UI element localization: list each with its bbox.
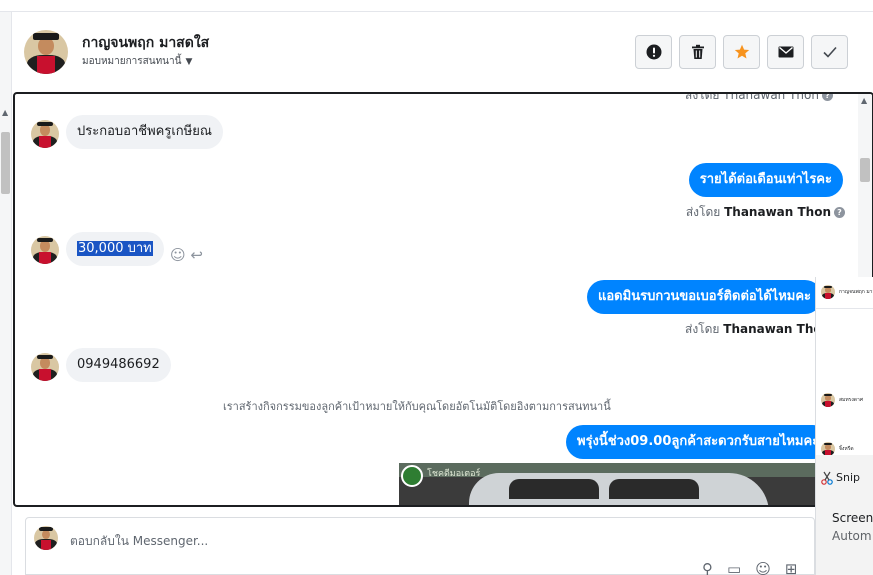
logo-icon [401,465,423,487]
star-button[interactable] [723,35,760,69]
more-tools-icon[interactable]: ⊞ [785,560,798,575]
sent-by-label: ส่งโดย Thanawan Thon? [686,203,845,222]
done-button[interactable] [811,35,848,69]
reply-icon[interactable]: ↩ [190,246,203,264]
side-panel-row[interactable]: สมทรงดาศ [821,393,863,407]
attachment-caption: โชคดีมอเตอร์ [427,469,481,479]
message-bubble-outgoing[interactable]: รายได้ต่อเดือนเท่าไรคะ [688,163,843,197]
star-icon [734,44,749,59]
emoji-react-icon[interactable]: ☺ [170,246,186,264]
message-actions: ☺ ↩ [170,246,203,264]
side-panel: กาญจนพฤก มาสดใส สมทรงดาศ จิ้งหรีด Snip S… [815,277,873,575]
assign-conversation-dropdown[interactable]: มอบหมายการสนทนานี้ ▼ [82,54,192,69]
scroll-up-arrow-icon[interactable]: ▲ [861,96,867,105]
snip-line: Autom [832,529,872,543]
paperclip-icon[interactable]: ⚲ [702,560,713,575]
composer-tools: ⚲ ▭ ☺ ⊞ [702,560,797,575]
page-avatar [34,526,58,550]
message-bubble-outgoing[interactable]: แอดมินรบกวนขอเบอร์ติดต่อได้ไหมคะ [587,280,823,314]
envelope-icon [778,46,793,58]
scroll-thumb[interactable] [1,132,10,194]
saved-replies-icon[interactable]: ▭ [727,560,741,575]
scroll-thumb[interactable] [860,158,870,182]
system-notice: เราสร้างกิจกรรมของลูกค้าเป้าหมายให้กับคุ… [223,400,611,413]
snip-notification[interactable]: Snip Screen Autom [816,455,873,575]
customer-avatar[interactable] [31,236,59,264]
message-bubble-incoming[interactable]: 0949486692 [66,348,171,382]
reply-input[interactable]: ตอบกลับใน Messenger... [70,532,208,551]
message-bubble-outgoing[interactable]: พรุ่งนี้ช่วง09.00ลูกค้าสะดวกรับสายไหมคะ [566,425,831,459]
scissors-icon [821,471,833,485]
contact-name[interactable]: กาญจนพฤก มาสดใส [82,32,209,54]
delete-button[interactable] [679,35,716,69]
check-icon [822,46,837,58]
avatar [821,442,835,456]
info-icon[interactable]: ? [822,94,833,101]
conversation-thread[interactable]: ส่งโดย Thanawan Thon? ประกอบอาชีพครูเกษี… [13,92,873,507]
assign-label: มอบหมายการสนทนานี้ [82,56,182,67]
selected-text[interactable]: 30,000 บาท [77,241,153,256]
side-panel-row[interactable]: กาญจนพฤก มาสดใส [821,285,873,299]
left-scrollbar[interactable]: ▲ [0,12,12,575]
scroll-up-arrow-icon[interactable]: ▲ [2,108,8,117]
avatar [821,285,835,299]
message-bubble-incoming[interactable]: 30,000 บาท [66,232,164,266]
trash-icon [691,44,704,59]
spam-button[interactable] [635,35,672,69]
info-icon[interactable]: ? [834,207,845,218]
side-panel-row[interactable]: จิ้งหรีด [821,442,854,456]
customer-avatar[interactable] [31,120,59,148]
message-bubble-incoming[interactable]: ประกอบอาชีพครูเกษียณ [66,115,223,149]
reply-composer[interactable]: ตอบกลับใน Messenger... ⚲ ▭ ☺ ⊞ [25,517,815,575]
caret-down-icon: ▼ [185,57,193,67]
conversation-actions [635,35,848,69]
exclamation-circle-icon [646,44,661,60]
image-attachment[interactable]: โชคดีมอเตอร์ [399,463,819,505]
contact-avatar[interactable] [24,30,68,74]
top-bar [0,0,873,12]
conversation-header: กาญจนพฤก มาสดใส มอบหมายการสนทนานี้ ▼ [12,12,873,92]
emoji-icon[interactable]: ☺ [755,560,771,575]
mark-unread-button[interactable] [767,35,804,69]
customer-avatar[interactable] [31,353,59,381]
snip-line: Screen [832,511,873,525]
sent-by-label: ส่งโดย Thanawan Thon [685,322,831,336]
snip-title: Snip [836,471,860,484]
avatar [821,393,835,407]
sent-by-label: ส่งโดย Thanawan Thon? [685,94,833,105]
